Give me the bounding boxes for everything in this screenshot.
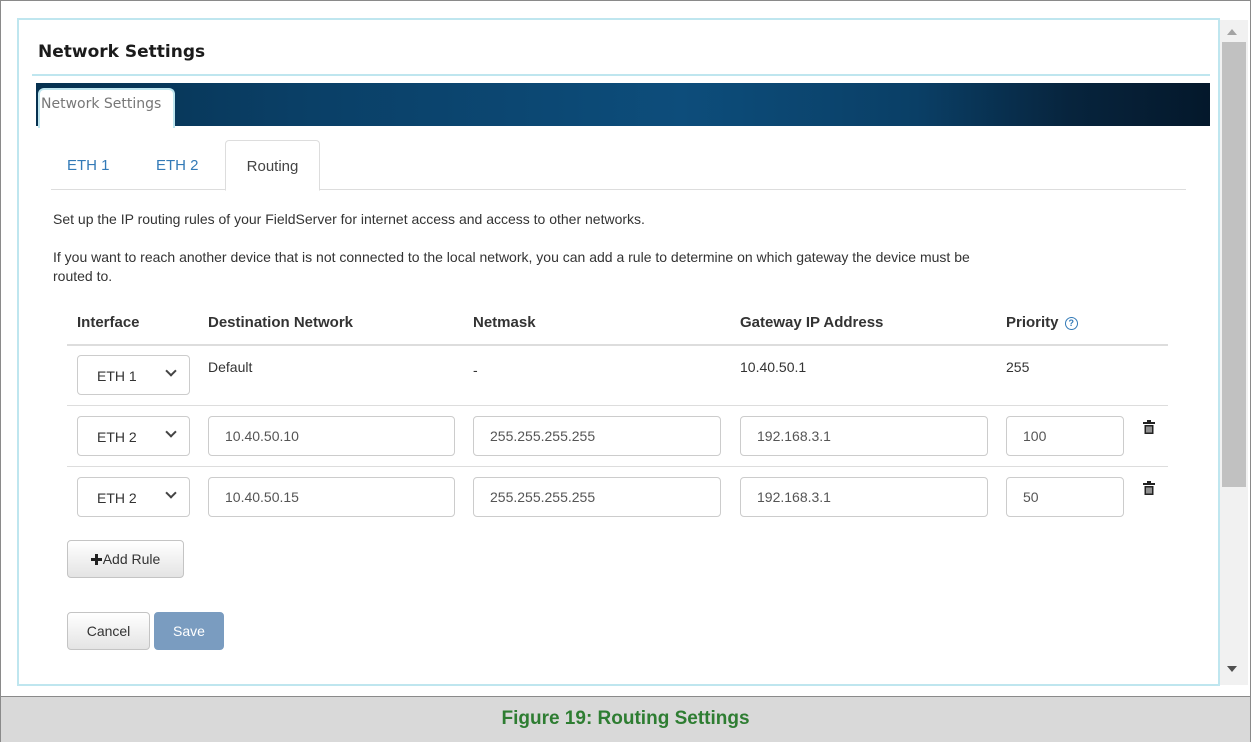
interface-select-value: ETH 1 xyxy=(97,368,137,384)
add-rule-label: Add Rule xyxy=(102,551,161,567)
destination-input[interactable] xyxy=(208,416,455,456)
header-priority-label: Priority xyxy=(1006,314,1059,331)
gateway-input[interactable] xyxy=(740,477,988,517)
interface-select[interactable]: ETH 2 xyxy=(77,416,190,456)
description-line-2: If you want to reach another device that… xyxy=(53,249,970,265)
header-destination-network: Destination Network xyxy=(208,314,354,331)
add-rule-button[interactable]: Add Rule xyxy=(67,540,184,578)
scrollbar-thumb[interactable] xyxy=(1222,42,1246,487)
settings-tabs: ETH 1 ETH 2 Routing xyxy=(51,140,1186,191)
interface-select-value: ETH 2 xyxy=(97,490,137,506)
gateway-cell: 10.40.50.1 xyxy=(740,359,807,375)
trash-icon[interactable] xyxy=(1143,481,1155,495)
interface-select[interactable]: ETH 2 xyxy=(77,477,190,517)
header-gateway-ip: Gateway IP Address xyxy=(740,314,884,331)
header-netmask: Netmask xyxy=(473,314,536,331)
interface-select[interactable]: ETH 1 xyxy=(77,355,190,395)
row-divider xyxy=(67,466,1168,467)
priority-cell: 255 xyxy=(1006,359,1030,375)
tab-routing[interactable]: Routing xyxy=(225,140,320,191)
tab-eth1[interactable]: ETH 1 xyxy=(67,140,110,190)
scroll-down-arrow-icon[interactable] xyxy=(1227,666,1237,672)
description-line-1: Set up the IP routing rules of your Fiel… xyxy=(53,211,645,227)
netmask-input[interactable] xyxy=(473,477,721,517)
priority-input[interactable] xyxy=(1006,477,1124,517)
header-interface: Interface xyxy=(77,314,140,331)
tab-eth2[interactable]: ETH 2 xyxy=(156,140,199,190)
scroll-up-arrow-icon[interactable] xyxy=(1227,29,1237,35)
interface-select-value: ETH 2 xyxy=(97,429,137,445)
figure-caption: Figure 19: Routing Settings xyxy=(501,708,750,729)
header-priority: Priority ? xyxy=(1006,314,1078,331)
gateway-input[interactable] xyxy=(740,416,988,456)
chevron-down-icon xyxy=(165,426,177,438)
header-divider xyxy=(67,344,1168,346)
banner-tab-network-settings[interactable]: Network Settings xyxy=(38,88,175,128)
title-divider xyxy=(32,74,1210,76)
netmask-cell: - xyxy=(473,362,478,378)
plus-icon xyxy=(90,554,102,565)
priority-input[interactable] xyxy=(1006,416,1124,456)
save-button[interactable]: Save xyxy=(154,612,224,650)
destination-input[interactable] xyxy=(208,477,455,517)
dialog-title: Network Settings xyxy=(38,42,206,62)
help-icon[interactable]: ? xyxy=(1064,317,1078,330)
description-line-3: routed to. xyxy=(53,268,113,284)
netmask-input[interactable] xyxy=(473,416,721,456)
chevron-down-icon xyxy=(165,487,177,499)
destination-cell: Default xyxy=(208,359,253,375)
row-divider xyxy=(67,405,1168,406)
section-banner xyxy=(36,83,1210,126)
chevron-down-icon xyxy=(165,365,177,377)
cancel-button[interactable]: Cancel xyxy=(67,612,150,650)
trash-icon[interactable] xyxy=(1143,420,1155,434)
